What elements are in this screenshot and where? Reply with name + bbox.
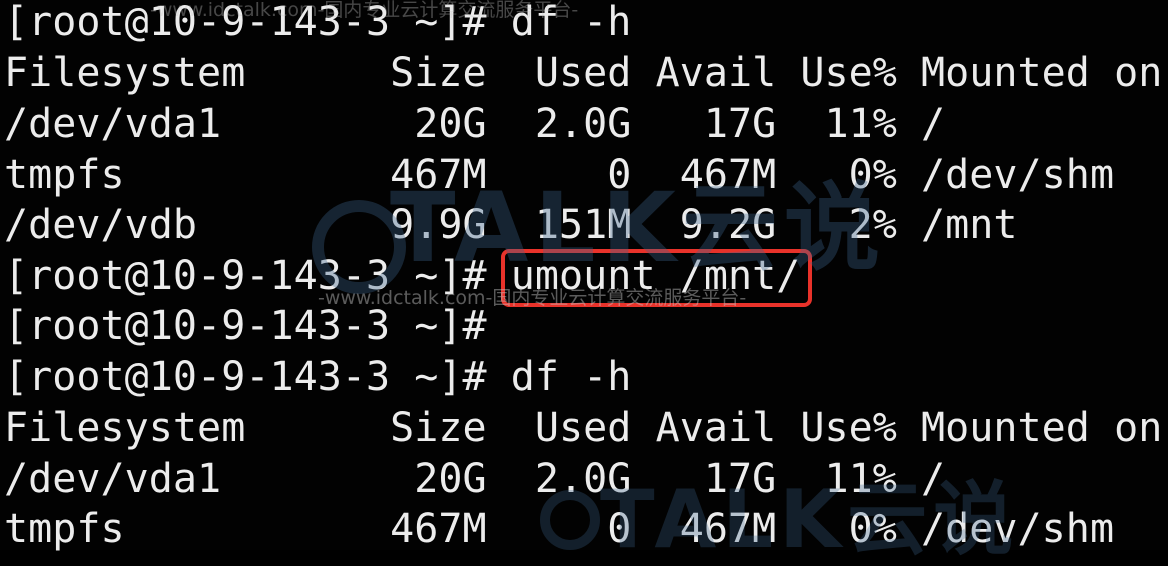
terminal-line: [root@10-9-143-3 ~]#	[4, 303, 487, 349]
terminal-line: /dev/vdb 9.9G 151M 9.2G 2% /mnt	[4, 202, 1018, 248]
watermark-logo-icon	[312, 200, 406, 294]
terminal-line: tmpfs 467M 0 467M 0% /dev/shm	[4, 152, 1115, 198]
terminal-line: Filesystem Size Used Avail Use% Mounted …	[4, 405, 1163, 451]
watermark-logo-icon	[540, 490, 600, 550]
terminal-line: /dev/vda1 20G 2.0G 17G 11% /	[4, 456, 946, 502]
terminal-line: Filesystem Size Used Avail Use% Mounted …	[4, 50, 1163, 96]
terminal-window[interactable]: [root@10-9-143-3 ~]# df -h Filesystem Si…	[0, 0, 1168, 560]
terminal-line: [root@10-9-143-3 ~]# df -h	[4, 354, 632, 400]
highlighted-command: umount /mnt/	[510, 253, 801, 299]
terminal-line: [root@10-9-143-3 ~]# df -h	[4, 0, 632, 45]
shell-prompt: [root@10-9-143-3 ~]#	[4, 253, 511, 299]
terminal-line: /dev/vda1 20G 2.0G 17G 11% /	[4, 101, 946, 147]
